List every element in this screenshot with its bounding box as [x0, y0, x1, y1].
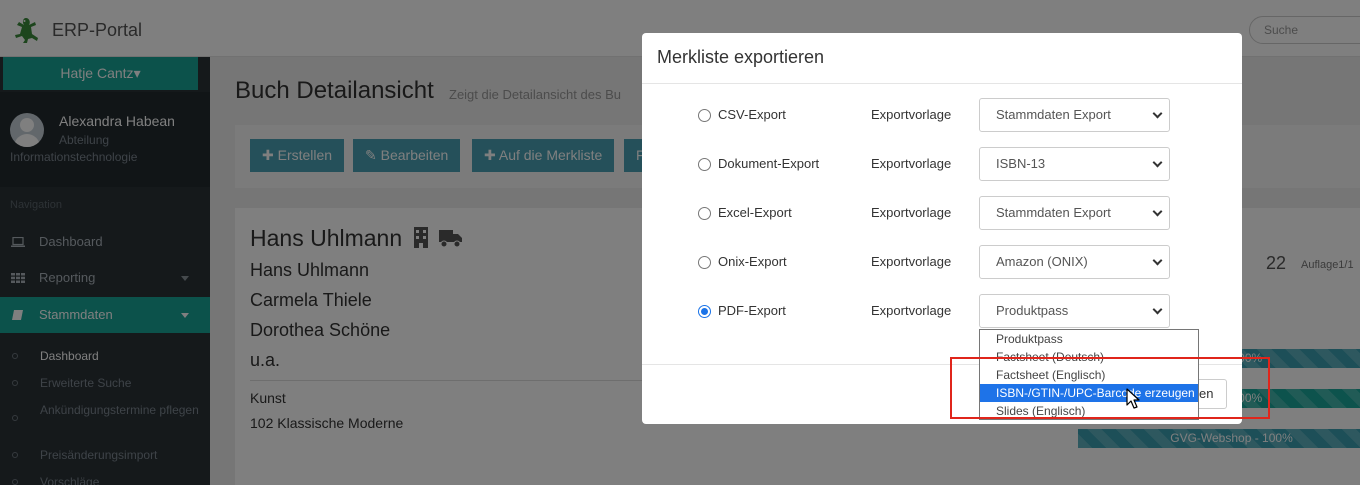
- export-label: Excel-Export: [718, 205, 792, 220]
- template-label: Exportvorlage: [871, 303, 952, 318]
- select-value: Produktpass: [996, 303, 1069, 318]
- export-label: PDF-Export: [718, 303, 786, 318]
- document-export-radio[interactable]: [698, 158, 711, 171]
- export-row-excel: Excel-Export Exportvorlage Stammdaten Ex…: [642, 196, 1242, 230]
- template-label: Exportvorlage: [871, 156, 952, 171]
- template-select[interactable]: Stammdaten Export: [979, 196, 1170, 230]
- template-select[interactable]: Amazon (ONIX): [979, 245, 1170, 279]
- mouse-cursor-icon: [1126, 388, 1140, 409]
- annotation-highlight-box: [950, 357, 1270, 419]
- csv-export-radio[interactable]: [698, 109, 711, 122]
- dropdown-option[interactable]: Produktpass: [980, 330, 1198, 348]
- export-row-pdf: PDF-Export Exportvorlage Produktpass: [642, 294, 1242, 328]
- app: ERP-Portal Suche Hatje Cantz▾ Alexandra …: [0, 0, 1360, 485]
- template-select[interactable]: ISBN-13: [979, 147, 1170, 181]
- export-row-onix: Onix-Export Exportvorlage Amazon (ONIX): [642, 245, 1242, 279]
- onix-export-radio[interactable]: [698, 256, 711, 269]
- template-label: Exportvorlage: [871, 205, 952, 220]
- export-label: Onix-Export: [718, 254, 787, 269]
- select-value: Amazon (ONIX): [996, 254, 1088, 269]
- chevron-down-icon: [1152, 255, 1163, 266]
- template-label: Exportvorlage: [871, 107, 952, 122]
- pdf-template-select[interactable]: Produktpass: [979, 294, 1170, 328]
- export-row-csv: CSV-Export Exportvorlage Stammdaten Expo…: [642, 98, 1242, 132]
- chevron-down-icon: [1152, 108, 1163, 119]
- pdf-export-radio[interactable]: [698, 305, 711, 318]
- divider: [642, 83, 1242, 84]
- chevron-down-icon: [1152, 304, 1163, 315]
- select-value: Stammdaten Export: [996, 205, 1111, 220]
- select-value: Stammdaten Export: [996, 107, 1111, 122]
- export-row-document: Dokument-Export Exportvorlage ISBN-13: [642, 147, 1242, 181]
- export-label: Dokument-Export: [718, 156, 820, 171]
- template-select[interactable]: Stammdaten Export: [979, 98, 1170, 132]
- chevron-down-icon: [1152, 206, 1163, 217]
- export-label: CSV-Export: [718, 107, 786, 122]
- select-value: ISBN-13: [996, 156, 1046, 171]
- template-label: Exportvorlage: [871, 254, 952, 269]
- excel-export-radio[interactable]: [698, 207, 711, 220]
- chevron-down-icon: [1152, 157, 1163, 168]
- modal-title: Merkliste exportieren: [657, 47, 825, 67]
